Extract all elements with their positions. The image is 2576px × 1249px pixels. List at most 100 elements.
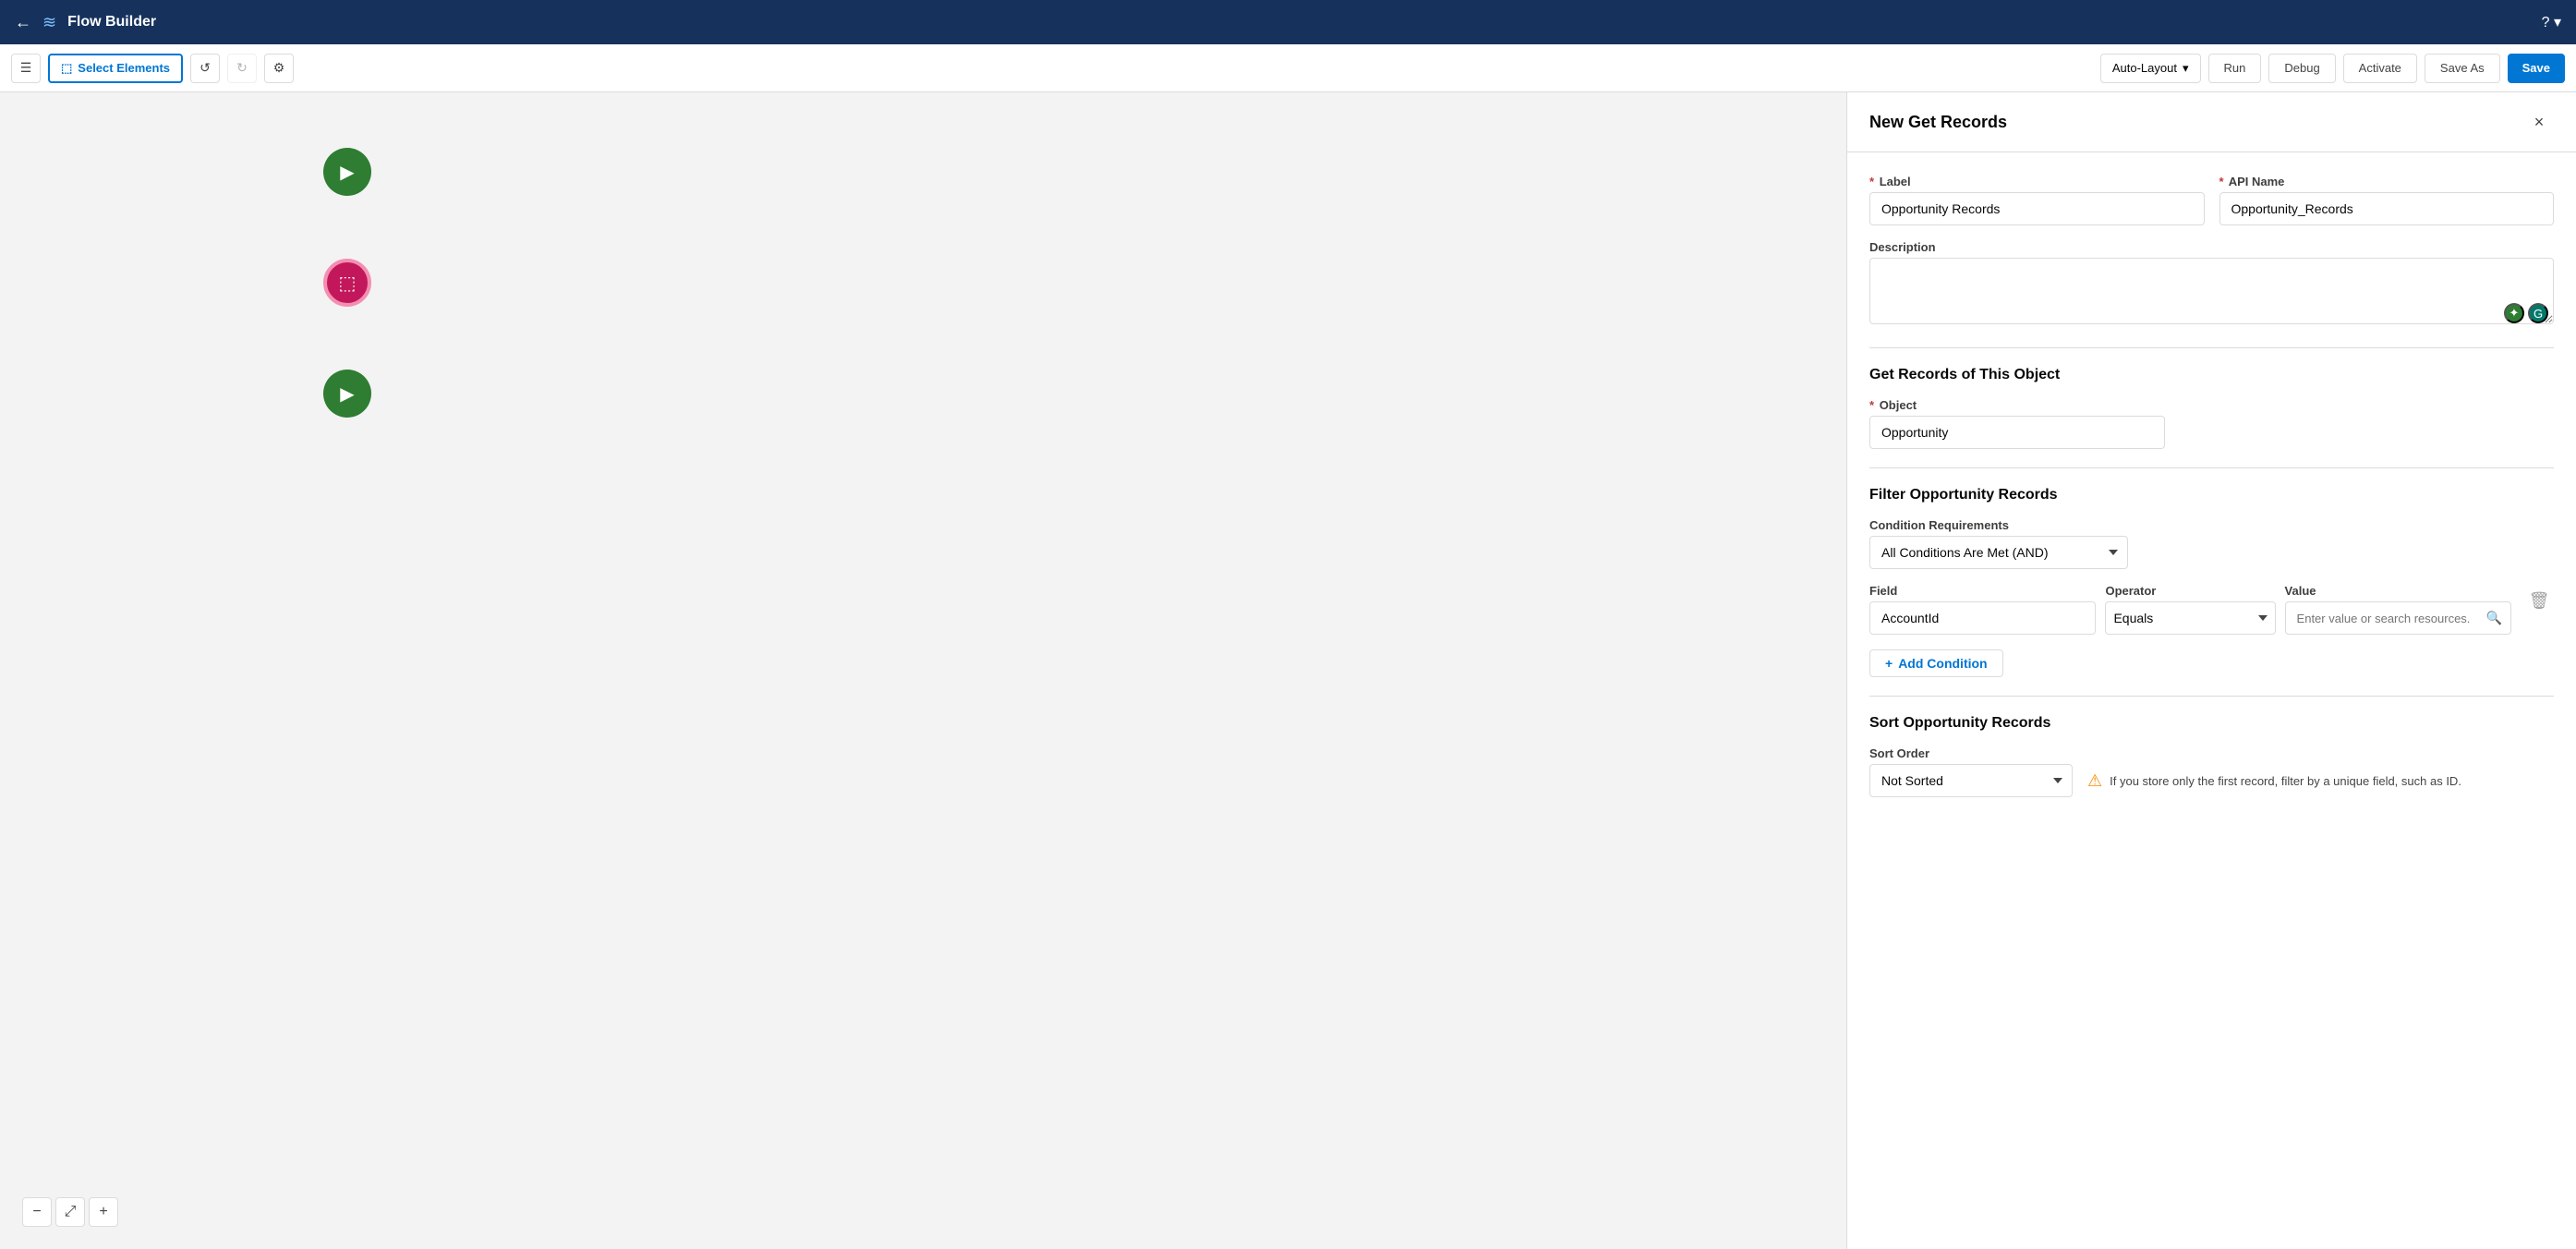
undo-button[interactable]: ↺ xyxy=(190,54,220,83)
object-required-star: * xyxy=(1869,398,1874,412)
auto-layout-button[interactable]: Auto-Layout ▾ xyxy=(2100,54,2201,83)
object-group: * Object xyxy=(1869,398,2554,449)
grammarly-icon[interactable]: G xyxy=(2528,303,2548,323)
label-group: * Label xyxy=(1869,175,2205,225)
api-required-star: * xyxy=(2219,175,2224,188)
help-button[interactable]: ? ▾ xyxy=(2542,13,2561,31)
object-input[interactable] xyxy=(1869,416,2165,449)
sort-warning: ⚠ If you store only the first record, fi… xyxy=(2087,771,2461,791)
panel-body: * Label * API Name Description xyxy=(1847,152,2576,1249)
toggle-panel-button[interactable]: ☰ xyxy=(11,54,41,83)
sort-order-group: Sort Order Not SortedAscendingDescending… xyxy=(1869,746,2554,797)
condition-requirements-label: Condition Requirements xyxy=(1869,518,2554,532)
value-col-label: Value xyxy=(2285,584,2511,598)
field-input[interactable] xyxy=(1869,601,2096,635)
undo-icon: ↺ xyxy=(200,60,211,76)
fit-view-button[interactable]: ⤢ xyxy=(55,1197,85,1227)
flow-node-start[interactable]: ▶ xyxy=(323,148,371,196)
value-input-wrapper: 🔍 xyxy=(2285,601,2511,635)
delete-condition-button[interactable]: 🗑 xyxy=(2524,584,2554,617)
field-col: Field xyxy=(1869,584,2096,635)
app-title: Flow Builder xyxy=(67,14,156,30)
save-as-button[interactable]: Save As xyxy=(2425,54,2500,83)
field-col-label: Field xyxy=(1869,584,2096,598)
divider-2 xyxy=(1869,467,2554,468)
redo-icon: ↻ xyxy=(236,60,248,76)
zoom-out-button[interactable]: − xyxy=(22,1197,52,1227)
grammarly-symbol: G xyxy=(2534,307,2543,321)
toolbar: ☰ ⬚ Select Elements ↺ ↻ ⚙ Auto-Layout ▾ … xyxy=(0,44,2576,92)
auto-layout-label: Auto-Layout xyxy=(2112,61,2177,75)
api-name-field-label: * API Name xyxy=(2219,175,2555,188)
operator-select[interactable]: EqualsNot Equal ToContainsDoes Not Conta… xyxy=(2105,601,2275,635)
condition-row-1: Field Operator EqualsNot Equal ToContain… xyxy=(1869,584,2554,635)
help-icon: ? xyxy=(2542,15,2550,30)
fit-view-icon: ⤢ xyxy=(65,1204,77,1220)
label-input[interactable] xyxy=(1869,192,2205,225)
operator-col: Operator EqualsNot Equal ToContainsDoes … xyxy=(2105,584,2275,635)
auto-layout-dropdown-icon: ▾ xyxy=(2183,61,2189,76)
settings-button[interactable]: ⚙ xyxy=(264,54,294,83)
panel-title: New Get Records xyxy=(1869,113,2007,132)
divider-1 xyxy=(1869,347,2554,348)
textarea-icons: ✦ G xyxy=(2504,303,2548,323)
sort-order-select[interactable]: Not SortedAscendingDescending xyxy=(1869,764,2073,797)
label-field-label: * Label xyxy=(1869,175,2205,188)
settings-icon: ⚙ xyxy=(273,60,285,76)
save-button[interactable]: Save xyxy=(2508,54,2565,83)
description-label: Description xyxy=(1869,240,2554,254)
add-condition-icon: + xyxy=(1885,656,1893,671)
canvas[interactable]: ▶ ⬚ ▶ − ⤢ + New Get Records × * xyxy=(0,92,2576,1249)
panel-header: New Get Records × xyxy=(1847,92,2576,152)
run-label: Run xyxy=(2224,61,2246,75)
add-condition-button[interactable]: + Add Condition xyxy=(1869,649,2003,677)
zoom-in-icon: + xyxy=(99,1204,107,1220)
help-dropdown-icon: ▾ xyxy=(2554,15,2561,30)
select-elements-label: Select Elements xyxy=(78,61,170,75)
filter-section: Filter Opportunity Records Condition Req… xyxy=(1869,487,2554,677)
activate-button[interactable]: Activate xyxy=(2343,54,2417,83)
object-field-label: * Object xyxy=(1869,398,2554,412)
label-required-star: * xyxy=(1869,175,1874,188)
back-icon: ← xyxy=(15,13,31,32)
save-as-label: Save As xyxy=(2440,61,2485,75)
top-bar-right: ? ▾ xyxy=(2542,13,2561,31)
sort-order-label: Sort Order xyxy=(1869,746,2554,760)
debug-label: Debug xyxy=(2284,61,2319,75)
condition-requirements-group: Condition Requirements All Conditions Ar… xyxy=(1869,518,2554,569)
sort-section: Sort Opportunity Records Sort Order Not … xyxy=(1869,715,2554,797)
value-input[interactable] xyxy=(2285,601,2511,635)
toggle-panel-icon: ☰ xyxy=(20,60,32,76)
condition-requirements-select[interactable]: All Conditions Are Met (AND)Any Conditio… xyxy=(1869,536,2128,569)
operator-col-label: Operator xyxy=(2105,584,2275,598)
get-records-panel: New Get Records × * Label * API N xyxy=(1846,92,2576,1249)
zoom-out-icon: − xyxy=(32,1204,41,1220)
delete-icon: 🗑 xyxy=(2529,591,2550,611)
description-wrapper: ✦ G xyxy=(1869,258,2554,329)
divider-3 xyxy=(1869,696,2554,697)
activate-label: Activate xyxy=(2359,61,2401,75)
flow-node-second[interactable]: ▶ xyxy=(323,370,371,418)
canvas-controls: − ⤢ + xyxy=(22,1197,118,1227)
back-button[interactable]: ← xyxy=(15,13,31,32)
object-section-title: Get Records of This Object xyxy=(1869,367,2554,383)
debug-button[interactable]: Debug xyxy=(2268,54,2335,83)
panel-close-button[interactable]: × xyxy=(2524,107,2554,137)
api-name-input[interactable] xyxy=(2219,192,2555,225)
top-bar: ← ≋ Flow Builder ? ▾ xyxy=(0,0,2576,44)
label-api-row: * Label * API Name xyxy=(1869,175,2554,225)
select-elements-button[interactable]: ⬚ Select Elements xyxy=(48,54,183,83)
description-group: Description ✦ G xyxy=(1869,240,2554,329)
filter-section-title: Filter Opportunity Records xyxy=(1869,487,2554,503)
run-button[interactable]: Run xyxy=(2208,54,2262,83)
ai-assist-icon[interactable]: ✦ xyxy=(2504,303,2524,323)
save-label: Save xyxy=(2522,61,2550,75)
toolbar-right: Auto-Layout ▾ Run Debug Activate Save As… xyxy=(2100,54,2565,83)
description-textarea[interactable] xyxy=(1869,258,2554,324)
zoom-in-button[interactable]: + xyxy=(89,1197,118,1227)
warning-text: If you store only the first record, filt… xyxy=(2110,774,2461,788)
flow-node-action[interactable]: ⬚ xyxy=(323,259,371,307)
redo-button[interactable]: ↻ xyxy=(227,54,257,83)
search-icon: 🔍 xyxy=(2486,611,2502,626)
value-col: Value 🔍 xyxy=(2285,584,2511,635)
